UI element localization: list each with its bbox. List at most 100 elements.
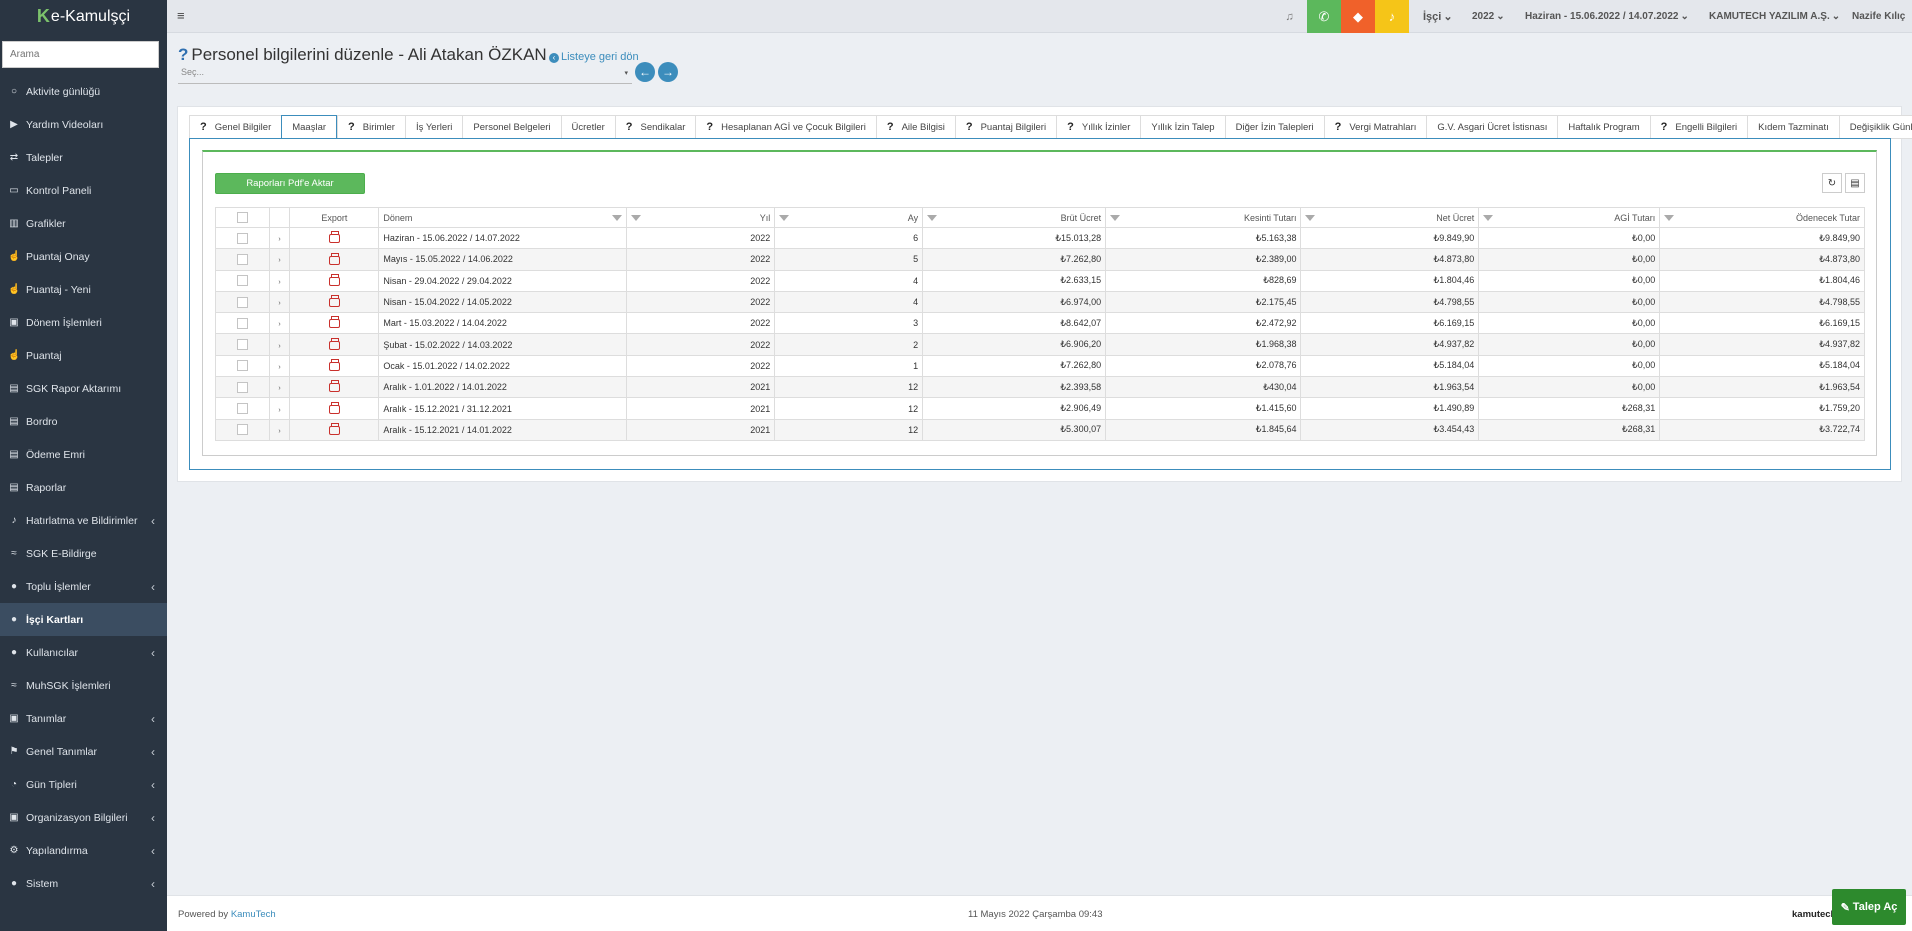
row-expander[interactable]: › — [268, 418, 291, 441]
sidebar-item[interactable]: ♪ Hatırlatma ve Bildirimler ‹ — [0, 504, 167, 537]
tab[interactable]: ? Aile Bilgisi — [875, 115, 955, 139]
row-expander[interactable]: › — [268, 290, 291, 314]
sidebar-item[interactable]: ⚑ Genel Tanımlar ‹ — [0, 735, 167, 768]
help-icon[interactable]: ? — [1661, 121, 1668, 133]
row-select-cell[interactable] — [215, 418, 270, 441]
expand-arrow-icon[interactable]: › — [278, 300, 280, 307]
powered-by-link[interactable]: KamuTech — [231, 909, 276, 920]
row-expander[interactable]: › — [268, 354, 291, 378]
filter-icon[interactable] — [1664, 215, 1675, 221]
sidebar-item[interactable]: ▣ Dönem İşlemleri — [0, 306, 167, 339]
row-select-cell[interactable] — [215, 248, 270, 271]
tab[interactable]: G.V. Asgari Ücret İstisnası — [1426, 115, 1558, 139]
print-icon[interactable] — [328, 337, 340, 350]
print-icon[interactable] — [328, 380, 340, 393]
tab[interactable]: ? Engelli Bilgileri — [1649, 115, 1748, 139]
row-expander[interactable]: › — [268, 376, 291, 399]
row-checkbox[interactable] — [236, 317, 248, 329]
sidebar-item[interactable]: ▤ Bordro — [0, 405, 167, 438]
row-select-cell[interactable] — [215, 312, 270, 335]
sidebar-item[interactable]: ☝ Puantaj Onay — [0, 240, 167, 273]
role-dropdown[interactable]: İşçi ⌄ — [1423, 0, 1453, 33]
next-employee-button[interactable]: → — [658, 62, 678, 82]
tab[interactable]: Personel Belgeleri — [462, 115, 561, 139]
row-select-cell[interactable] — [215, 226, 270, 250]
sidebar-item[interactable]: ⚙ Yapılandırma ‹ — [0, 834, 167, 867]
sidebar-item[interactable]: ⇄ Talepler — [0, 141, 167, 174]
create-request-button[interactable]: ✎ Talep Aç — [1832, 889, 1906, 925]
expand-arrow-icon[interactable]: › — [278, 385, 280, 392]
sidebar-item[interactable]: ● Kullanıcılar ‹ — [0, 636, 167, 669]
row-expander[interactable]: › — [268, 397, 291, 420]
col-header-odenecek[interactable]: Ödenecek Tutar — [1659, 207, 1865, 228]
tag-icon[interactable]: ◆ — [1341, 0, 1375, 33]
row-expander[interactable]: › — [268, 333, 291, 356]
row-select-cell[interactable] — [215, 269, 270, 292]
sidebar-item[interactable]: ● Toplu İşlemler ‹ — [0, 570, 167, 603]
sidebar-item[interactable]: ▤ Ödeme Emri — [0, 438, 167, 471]
year-dropdown[interactable]: 2022 ⌄ — [1472, 0, 1505, 33]
filter-icon[interactable] — [631, 215, 642, 221]
help-icon[interactable]: ? — [1335, 121, 1342, 133]
row-select-cell[interactable] — [215, 376, 270, 399]
tab[interactable]: İş Yerleri — [404, 115, 463, 139]
row-expander[interactable]: › — [268, 269, 291, 292]
employee-select[interactable]: Seç... ▾ — [178, 67, 632, 84]
col-header-brut[interactable]: Brüt Ücret — [922, 207, 1107, 228]
row-select-cell[interactable] — [215, 354, 270, 378]
filter-icon[interactable] — [927, 215, 938, 221]
table-row[interactable]: › Haziran - 15.06.2022 / 14.07.2022 2022 6 ₺… — [215, 226, 1865, 250]
sidebar-item[interactable]: ≈ MuhSGK İşlemleri — [0, 669, 167, 702]
refresh-button[interactable]: ↻ — [1822, 173, 1842, 193]
row-checkbox[interactable] — [236, 403, 248, 415]
export-pdf-button[interactable]: Raporları Pdf'e Aktar — [215, 173, 365, 194]
sidebar-item[interactable]: ☝ Puantaj - Yeni — [0, 273, 167, 306]
expand-arrow-icon[interactable]: › — [278, 236, 280, 243]
period-dropdown[interactable]: Haziran - 15.06.2022 / 14.07.2022 ⌄ — [1525, 0, 1689, 33]
select-all-header[interactable] — [215, 207, 270, 228]
sidebar-item[interactable]: ▣ Tanımlar ‹ — [0, 702, 167, 735]
tab[interactable]: ? Puantaj Bilgileri — [954, 115, 1057, 139]
table-row[interactable]: › Nisan - 15.04.2022 / 14.05.2022 2022 4 ₺6.… — [215, 290, 1865, 314]
tab[interactable]: ? Vergi Matrahları — [1323, 115, 1427, 139]
sidebar-item[interactable]: ≈ SGK E-Bildirge — [0, 537, 167, 570]
row-expander[interactable]: › — [268, 248, 291, 271]
menu-toggle-icon[interactable]: ≡ — [177, 8, 185, 23]
row-expander[interactable]: › — [268, 312, 291, 335]
row-select-cell[interactable] — [215, 397, 270, 420]
sidebar-item[interactable]: ▤ SGK Rapor Aktarımı — [0, 372, 167, 405]
col-header-kesinti[interactable]: Kesinti Tutarı — [1105, 207, 1302, 228]
filter-icon[interactable] — [1483, 215, 1494, 221]
sidebar-item[interactable]: ▤ Raporlar — [0, 471, 167, 504]
tab[interactable]: ? Sendikalar — [614, 115, 696, 139]
row-select-cell[interactable] — [215, 290, 270, 314]
table-row[interactable]: › Aralık - 15.12.2021 / 31.12.2021 2021 12 ₺… — [215, 397, 1865, 420]
phone-icon[interactable]: ✆ — [1307, 0, 1341, 33]
sidebar-item[interactable]: ▣ Organizasyon Bilgileri ‹ — [0, 801, 167, 834]
tab[interactable]: ? Birimler — [337, 115, 405, 139]
sidebar-item[interactable]: ▭ Kontrol Paneli — [0, 174, 167, 207]
col-header-donem[interactable]: Dönem — [378, 207, 628, 228]
row-select-cell[interactable] — [215, 333, 270, 356]
expand-arrow-icon[interactable]: › — [278, 257, 280, 264]
tab[interactable]: Ücretler — [560, 115, 615, 139]
col-header-agi[interactable]: AGİ Tutarı — [1478, 207, 1661, 228]
help-icon[interactable]: ? — [626, 121, 633, 133]
filter-icon[interactable] — [1110, 215, 1121, 221]
table-row[interactable]: › Nisan - 29.04.2022 / 29.04.2022 2022 4 ₺2.… — [215, 269, 1865, 292]
print-icon[interactable] — [328, 316, 340, 329]
sidebar-item[interactable]: ▶ Yardım Videoları — [0, 108, 167, 141]
tab[interactable]: Kıdem Tazminatı — [1747, 115, 1839, 139]
expand-arrow-icon[interactable]: › — [278, 279, 280, 286]
print-icon[interactable] — [328, 422, 340, 435]
print-icon[interactable] — [328, 358, 340, 371]
expand-arrow-icon[interactable]: › — [278, 407, 280, 414]
sidebar-item[interactable]: ○ Aktivite günlüğü — [0, 75, 167, 108]
row-checkbox[interactable] — [236, 254, 248, 265]
tab[interactable]: Değişiklik Günlüğü — [1838, 115, 1912, 139]
col-header-ay[interactable]: Ay — [774, 207, 924, 228]
help-icon[interactable]: ? — [1067, 121, 1074, 133]
print-icon[interactable] — [328, 252, 340, 265]
notification-bell-icon[interactable]: ♫ — [1277, 0, 1302, 33]
sidebar-item[interactable]: ● İşçi Kartları — [0, 603, 167, 636]
